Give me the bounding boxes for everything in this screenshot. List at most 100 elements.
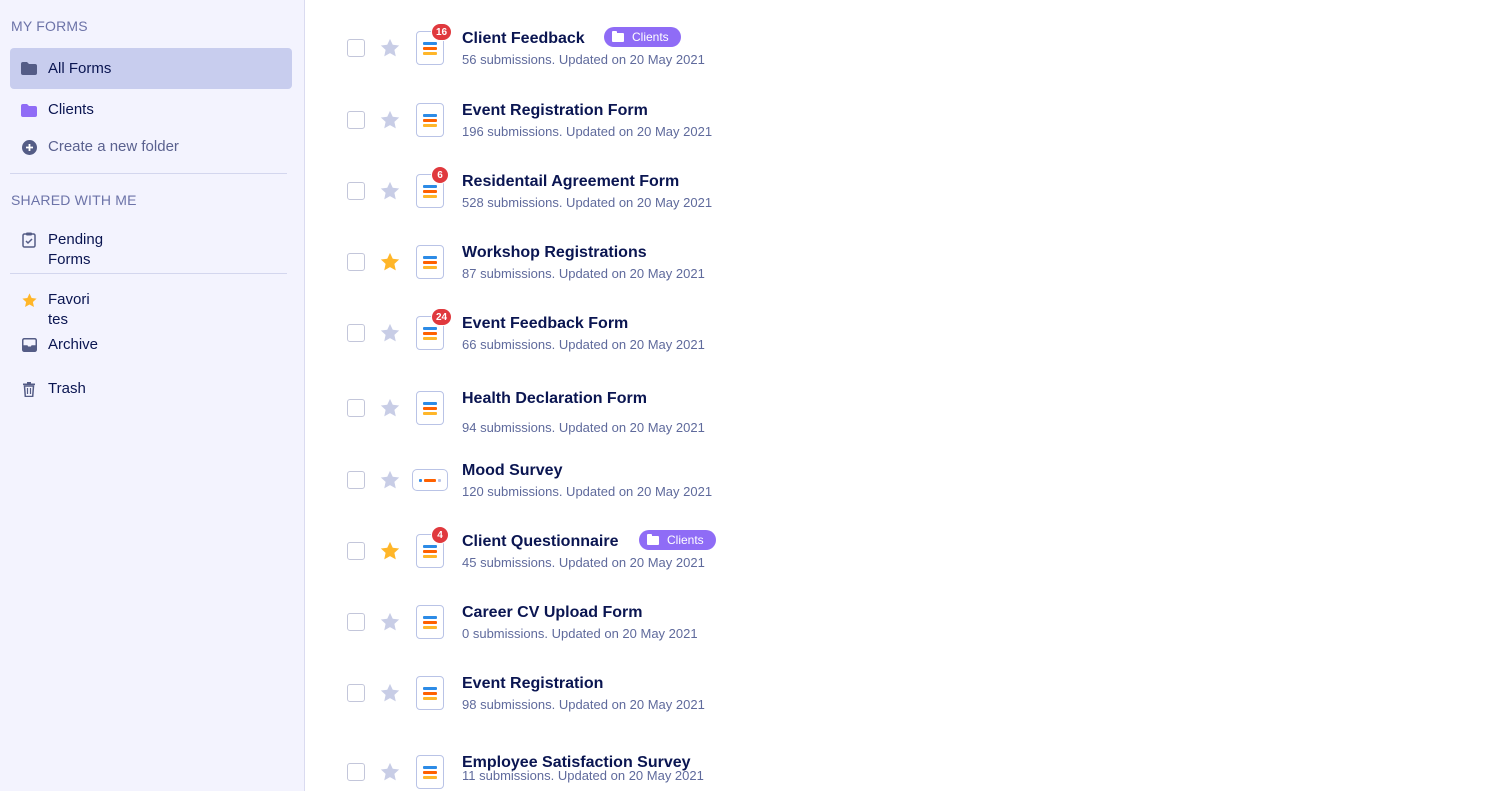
form-document-icon: [416, 391, 444, 425]
form-checkbox[interactable]: [347, 253, 365, 271]
favorites-label-line1: Favori: [48, 291, 90, 308]
sidebar-item-label: Archive: [48, 336, 99, 353]
form-row[interactable]: Event Registration 98 submissions. Update…: [306, 661, 1206, 721]
form-title[interactable]: Event Registration Form: [462, 102, 648, 120]
form-meta: 98 submissions. Updated on 20 May 2021: [462, 697, 705, 712]
form-title[interactable]: Client Feedback: [462, 30, 585, 48]
form-title[interactable]: Mood Survey: [462, 462, 562, 480]
form-row[interactable]: 16 Client Feedback Clients 56 submissions. …: [306, 16, 1206, 76]
form-title[interactable]: Client Questionnaire: [462, 533, 618, 551]
form-row[interactable]: 6 Residentail Agreement Form 528 submissio…: [306, 159, 1206, 219]
form-title[interactable]: Residentail Agreement Form: [462, 173, 679, 191]
star-icon[interactable]: [379, 37, 401, 59]
form-meta: 87 submissions. Updated on 20 May 2021: [462, 266, 705, 281]
pending-label-line2: Forms: [48, 251, 91, 268]
form-meta: 45 submissions. Updated on 20 May 2021: [462, 555, 705, 570]
plus-circle-icon: [20, 138, 38, 156]
form-title[interactable]: Workshop Registrations: [462, 244, 647, 262]
form-document-icon: [416, 605, 444, 639]
favorites-label-line2: tes: [48, 311, 69, 328]
form-row[interactable]: Employee Satisfaction Survey 11 submissio…: [306, 740, 1206, 791]
star-icon[interactable]: [379, 469, 401, 491]
pending-label-line1: Pending: [48, 231, 104, 248]
folder-icon: [647, 533, 659, 545]
notification-badge: 6: [431, 166, 449, 184]
form-row[interactable]: 24 Event Feedback Form 66 submissions. Upd…: [306, 301, 1206, 361]
form-document-icon: [416, 755, 444, 789]
folder-tag[interactable]: Clients: [604, 27, 681, 47]
form-meta: 56 submissions. Updated on 20 May 2021: [462, 52, 705, 67]
form-row[interactable]: Mood Survey 120 submissions. Updated on 2…: [306, 448, 1206, 508]
sidebar-item-pending-forms[interactable]: Pending Forms: [20, 230, 103, 270]
form-title[interactable]: Event Feedback Form: [462, 315, 628, 333]
star-icon[interactable]: [379, 109, 401, 131]
form-checkbox[interactable]: [347, 471, 365, 489]
notification-badge: 16: [431, 23, 453, 41]
form-document-icon: [416, 676, 444, 710]
form-row[interactable]: Workshop Registrations 87 submissions. Up…: [306, 230, 1206, 290]
form-meta: 94 submissions. Updated on 20 May 2021: [462, 420, 705, 435]
star-icon[interactable]: [379, 322, 401, 344]
folder-icon: [20, 101, 38, 119]
form-title[interactable]: Event Registration: [462, 675, 603, 693]
create-folder-button[interactable]: Create a new folder: [20, 138, 179, 156]
inbox-icon: [20, 336, 38, 354]
form-meta: 528 submissions. Updated on 20 May 2021: [462, 195, 713, 210]
star-icon[interactable]: [379, 761, 401, 783]
form-meta: 196 submissions. Updated on 20 May 2021: [462, 124, 713, 139]
form-meta: 120 submissions. Updated on 20 May 2021: [462, 484, 713, 499]
forms-list: 16 Client Feedback Clients 56 submissions. …: [306, 0, 1499, 791]
form-checkbox[interactable]: [347, 613, 365, 631]
sidebar-item-archive[interactable]: Archive: [20, 336, 98, 354]
divider: [10, 173, 287, 174]
folder-tag[interactable]: Clients: [639, 530, 716, 550]
form-checkbox[interactable]: [347, 182, 365, 200]
sidebar-item-clients[interactable]: Clients: [20, 101, 94, 119]
folder-tag-label: Clients: [632, 30, 669, 44]
notification-badge: 24: [431, 308, 453, 326]
sidebar-item-all-forms[interactable]: All Forms: [10, 48, 292, 89]
form-checkbox[interactable]: [347, 111, 365, 129]
form-row[interactable]: Career CV Upload Form 0 submissions. Upda…: [306, 590, 1206, 650]
folder-icon: [20, 60, 38, 78]
form-checkbox[interactable]: [347, 324, 365, 342]
form-meta: 66 submissions. Updated on 20 May 2021: [462, 337, 705, 352]
star-icon[interactable]: [379, 397, 401, 419]
form-row[interactable]: Event Registration Form 196 submissions. …: [306, 88, 1206, 148]
form-title[interactable]: Health Declaration Form: [462, 390, 647, 408]
sidebar-item-label: Clients: [48, 101, 94, 118]
folder-tag-label: Clients: [667, 533, 704, 547]
sidebar-item-favorites[interactable]: Favori tes: [20, 290, 90, 330]
shared-with-me-heading: SHARED WITH ME: [11, 192, 137, 208]
form-document-icon: [416, 103, 444, 137]
star-icon: [20, 291, 38, 309]
star-icon[interactable]: [379, 251, 401, 273]
sidebar: MY FORMS All Forms Clients Create a new …: [0, 0, 305, 791]
sidebar-item-label: All Forms: [48, 60, 112, 77]
form-meta: 11 submissions. Updated on 20 May 2021: [462, 768, 704, 783]
form-title[interactable]: Career CV Upload Form: [462, 604, 642, 622]
sidebar-item-label: Trash: [48, 380, 86, 397]
star-icon[interactable]: [379, 180, 401, 202]
form-row[interactable]: Health Declaration Form 94 submissions. U…: [306, 376, 1206, 436]
clipboard-check-icon: [20, 231, 38, 249]
create-folder-label: Create a new folder: [48, 138, 179, 155]
notification-badge: 4: [431, 526, 449, 544]
form-row[interactable]: 4 Client Questionnaire Clients 45 submissio…: [306, 519, 1206, 579]
sidebar-item-trash[interactable]: Trash: [20, 380, 86, 398]
star-icon[interactable]: [379, 682, 401, 704]
form-checkbox[interactable]: [347, 399, 365, 417]
star-icon[interactable]: [379, 540, 401, 562]
form-checkbox[interactable]: [347, 763, 365, 781]
trash-icon: [20, 380, 38, 398]
folder-icon: [612, 30, 624, 42]
form-checkbox[interactable]: [347, 542, 365, 560]
form-document-icon: [416, 245, 444, 279]
my-forms-heading: MY FORMS: [11, 18, 88, 34]
divider: [10, 273, 287, 274]
form-checkbox[interactable]: [347, 684, 365, 702]
form-meta: 0 submissions. Updated on 20 May 2021: [462, 626, 698, 641]
form-card-icon: [412, 469, 448, 491]
star-icon[interactable]: [379, 611, 401, 633]
form-checkbox[interactable]: [347, 39, 365, 57]
